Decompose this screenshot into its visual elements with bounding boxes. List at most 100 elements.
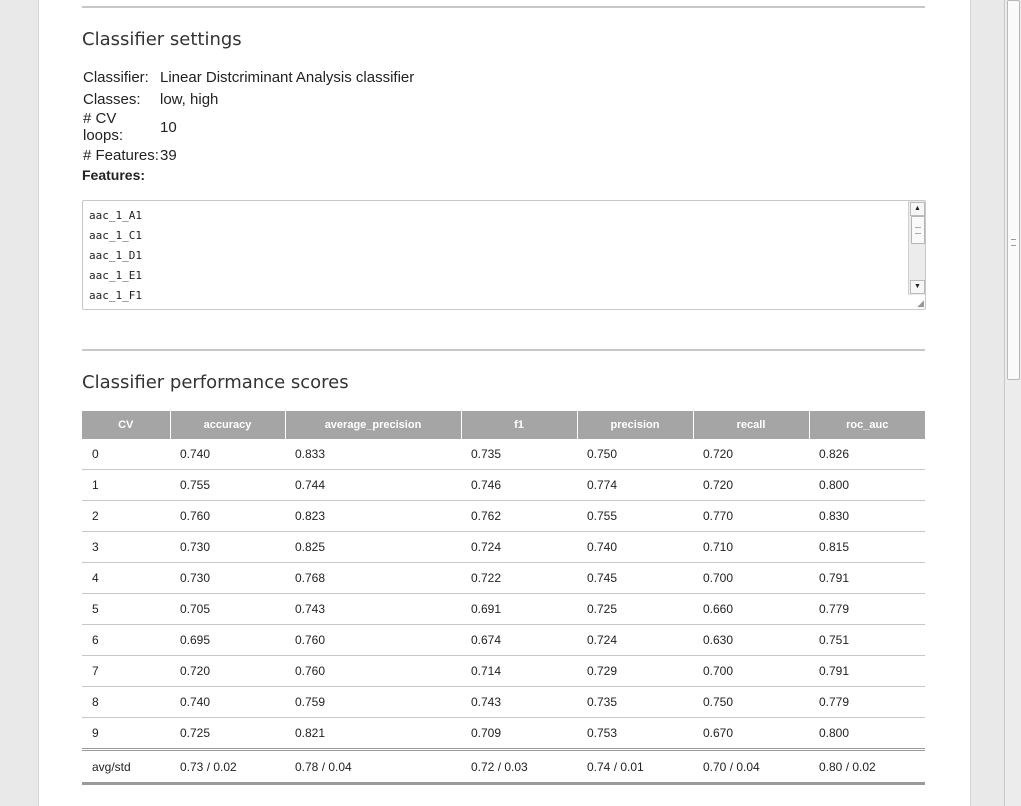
table-cell: 0.724	[577, 624, 693, 656]
table-cell: 0.700	[693, 655, 809, 687]
table-row: 4 0.730 0.768 0.722 0.745 0.700 0.791	[82, 562, 925, 594]
table-cell: 0.700	[693, 562, 809, 594]
table-cell: 0.724	[461, 531, 577, 563]
table-cell: 0.670	[693, 717, 809, 751]
table-cell: 3	[82, 531, 170, 563]
setting-key: Classes:	[83, 90, 141, 108]
table-cell: 0.725	[577, 593, 693, 625]
table-cell: 6	[82, 624, 170, 656]
table-row: 2 0.760 0.823 0.762 0.755 0.770 0.830	[82, 500, 925, 532]
setting-key: # CV loops:	[83, 110, 124, 144]
summary-cell: 0.78 / 0.04	[285, 749, 461, 785]
settings-section-title: Classifier settings	[82, 29, 242, 50]
window-scrollbar[interactable]	[1004, 0, 1021, 806]
table-row: 6 0.695 0.760 0.674 0.724 0.630 0.751	[82, 624, 925, 656]
feature-item: aac_1_C1	[89, 229, 142, 242]
table-cell: 0.720	[693, 469, 809, 501]
setting-value: 10	[160, 118, 177, 136]
table-cell: 0.830	[809, 500, 925, 532]
scrollbar-thumb[interactable]	[911, 216, 925, 244]
table-cell: 0.755	[577, 500, 693, 532]
table-cell: 4	[82, 562, 170, 594]
table-cell: 0.730	[170, 562, 285, 594]
features-list: aac_1_A1 aac_1_C1 aac_1_D1 aac_1_E1 aac_1_F1	[89, 209, 142, 309]
table-cell: 7	[82, 655, 170, 687]
table-cell: 0.740	[170, 686, 285, 718]
table-cell: 0.762	[461, 500, 577, 532]
setting-key: Classifier:	[83, 68, 149, 86]
table-cell: 0.791	[809, 562, 925, 594]
table-cell: 0.714	[461, 655, 577, 687]
feature-item: aac_1_A1	[89, 209, 142, 222]
table-cell: 0.779	[809, 593, 925, 625]
table-cell: 0.750	[577, 439, 693, 470]
column-header[interactable]: average_precision	[285, 411, 462, 439]
summary-cell: 0.74 / 0.01	[577, 749, 693, 785]
arrow-down-icon[interactable]: ▼	[910, 280, 925, 294]
table-cell: 0.710	[693, 531, 809, 563]
table-cell: 0.833	[285, 439, 461, 470]
table-cell: 0.740	[577, 531, 693, 563]
table-cell: 0.825	[285, 531, 461, 563]
table-cell: 0.800	[809, 469, 925, 501]
summary-cell: avg/std	[82, 749, 170, 785]
table-cell: 0.709	[461, 717, 577, 751]
table-row: 8 0.740 0.759 0.743 0.735 0.750 0.779	[82, 686, 925, 718]
column-header[interactable]: CV	[82, 411, 171, 439]
setting-key: # Features:	[83, 146, 159, 164]
table-row: 9 0.725 0.821 0.709 0.753 0.670 0.800	[82, 717, 925, 751]
table-row: 1 0.755 0.744 0.746 0.774 0.720 0.800	[82, 469, 925, 501]
column-header[interactable]: recall	[693, 411, 810, 439]
table-cell: 0.735	[577, 686, 693, 718]
section-divider	[82, 6, 925, 8]
table-cell: 0.744	[285, 469, 461, 501]
column-header[interactable]: roc_auc	[809, 411, 925, 439]
table-cell: 0.720	[693, 439, 809, 470]
summary-cell: 0.73 / 0.02	[170, 749, 285, 785]
setting-value: low, high	[160, 90, 219, 108]
table-cell: 0.760	[285, 655, 461, 687]
table-cell: 0.720	[170, 655, 285, 687]
column-header[interactable]: accuracy	[170, 411, 286, 439]
arrow-up-icon[interactable]: ▲	[910, 202, 925, 216]
table-row: 3 0.730 0.825 0.724 0.740 0.710 0.815	[82, 531, 925, 563]
table-cell: 0.755	[170, 469, 285, 501]
table-cell: 0.745	[577, 562, 693, 594]
setting-value: 39	[160, 146, 177, 164]
column-header[interactable]: precision	[577, 411, 694, 439]
table-cell: 0.760	[170, 500, 285, 532]
table-cell: 0.800	[809, 717, 925, 751]
table-header-row: CV accuracy average_precision f1 precision re…	[82, 411, 925, 439]
table-cell: 0.630	[693, 624, 809, 656]
table-cell: 0.746	[461, 469, 577, 501]
table-cell: 0.743	[285, 593, 461, 625]
table-cell: 0.725	[170, 717, 285, 751]
table-cell: 5	[82, 593, 170, 625]
report-page: Classifier settings Classifier: Linear Di…	[38, 0, 971, 806]
table-cell: 0.751	[809, 624, 925, 656]
table-cell: 0.695	[170, 624, 285, 656]
table-cell: 0.740	[170, 439, 285, 470]
features-textarea[interactable]: aac_1_A1 aac_1_C1 aac_1_D1 aac_1_E1 aac_1_F1…	[82, 200, 926, 310]
table-cell: 0.821	[285, 717, 461, 751]
feature-item: aac_1_E1	[89, 269, 142, 282]
table-cell: 9	[82, 717, 170, 751]
table-row: 5 0.705 0.743 0.691 0.725 0.660 0.779	[82, 593, 925, 625]
table-cell: 0.760	[285, 624, 461, 656]
table-cell: 0.691	[461, 593, 577, 625]
resize-grip-icon[interactable]: ◢	[914, 298, 924, 308]
table-cell: 0.753	[577, 717, 693, 751]
column-header[interactable]: f1	[461, 411, 578, 439]
table-cell: 0.826	[809, 439, 925, 470]
table-cell: 0.660	[693, 593, 809, 625]
setting-row: Classes: low, high	[82, 88, 414, 110]
window-scrollbar-thumb[interactable]	[1007, 0, 1020, 380]
table-row: 0 0.740 0.833 0.735 0.750 0.720 0.826	[82, 439, 925, 470]
table-cell: 0.722	[461, 562, 577, 594]
table-cell: 2	[82, 500, 170, 532]
settings-table: Classifier: Linear Distcriminant Analysis…	[82, 66, 414, 166]
scores-table: CV accuracy average_precision f1 precision re…	[82, 411, 925, 785]
summary-row: avg/std 0.73 / 0.02 0.78 / 0.04 0.72 / 0.03…	[82, 749, 925, 785]
features-scrollbar[interactable]: ▲ ▼	[908, 201, 925, 295]
table-cell: 0.705	[170, 593, 285, 625]
